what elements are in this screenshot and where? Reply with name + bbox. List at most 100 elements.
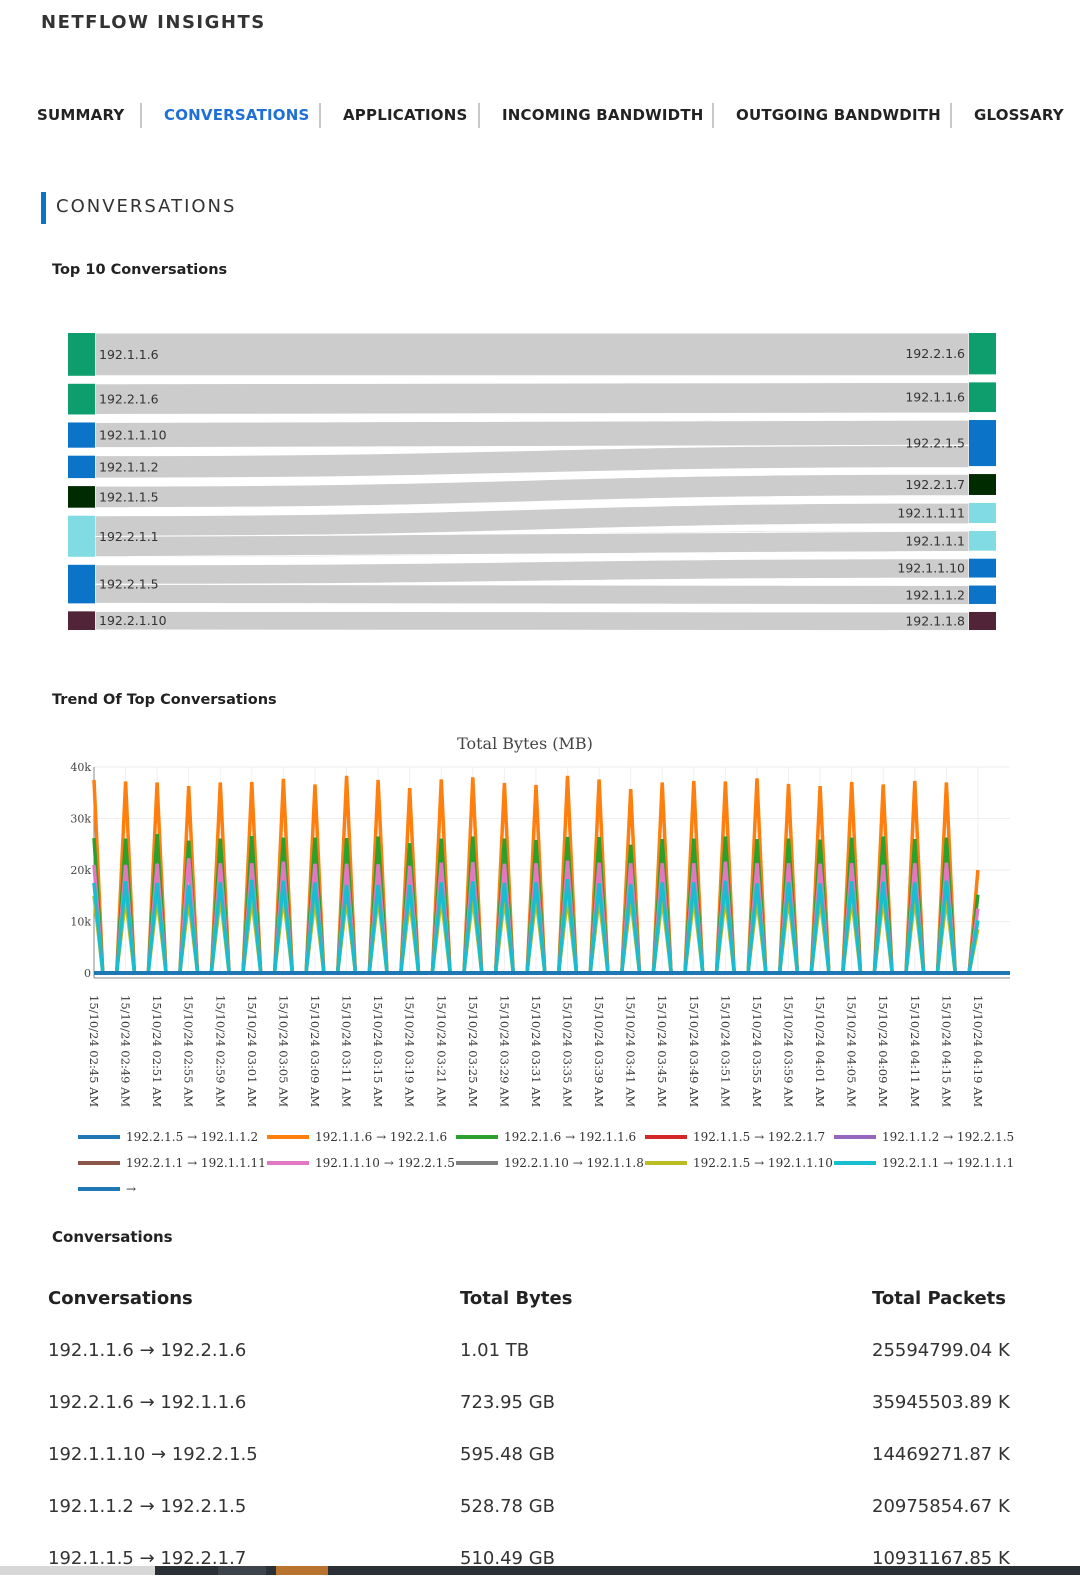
sankey-link[interactable]	[94, 583, 970, 606]
sankey-target-node[interactable]	[969, 558, 996, 578]
sankey-source-node[interactable]	[68, 564, 95, 604]
sankey-target-node[interactable]	[969, 611, 996, 630]
legend-label: 192.2.1.5 → 192.1.1.2	[126, 1130, 259, 1144]
x-tick-label: 15/10/24 03:39 AM	[592, 995, 606, 1107]
legend-item[interactable]: 192.1.1.6 → 192.2.1.6	[267, 1128, 447, 1146]
column-header-conversations[interactable]: Conversations	[48, 1288, 193, 1309]
x-tick-label: 15/10/24 03:51 AM	[718, 995, 732, 1107]
tab-incoming-bandwidth[interactable]: INCOMING BANDWIDTH	[502, 106, 704, 124]
x-tick-label: 15/10/24 03:59 AM	[782, 995, 796, 1107]
sankey-target-node[interactable]	[969, 382, 996, 413]
taskbar-strip	[0, 1566, 1080, 1575]
x-tick-label: 15/10/24 03:31 AM	[529, 995, 543, 1107]
sankey-target-node[interactable]	[969, 502, 996, 524]
y-tick-label: 30k	[70, 813, 91, 826]
legend-label: 192.1.1.5 → 192.2.1.7	[693, 1130, 826, 1144]
section-title: CONVERSATIONS	[56, 196, 237, 217]
sankey-source-node[interactable]	[68, 611, 95, 630]
sankey-source-node[interactable]	[68, 422, 95, 448]
sankey-target-node[interactable]	[969, 420, 996, 467]
x-tick-label: 15/10/24 04:09 AM	[876, 995, 890, 1107]
sankey-link[interactable]	[94, 332, 970, 377]
x-tick-label: 15/10/24 03:49 AM	[687, 995, 701, 1107]
sankey-link[interactable]	[94, 558, 970, 585]
x-tick-label: 15/10/24 03:15 AM	[371, 995, 385, 1107]
table-row[interactable]: 192.1.1.2 → 192.2.1.5 528.78 GB 20975854…	[48, 1492, 1048, 1544]
sankey-source-node[interactable]	[68, 515, 95, 557]
sankey-links	[94, 332, 970, 632]
legend-item[interactable]: 192.1.1.2 → 192.2.1.5	[834, 1128, 1014, 1146]
legend-item[interactable]: →	[78, 1180, 136, 1198]
table-row[interactable]: 192.2.1.6 → 192.1.1.6 723.95 GB 35945503…	[48, 1388, 1048, 1440]
trend-title: Trend Of Top Conversations	[52, 692, 277, 708]
sankey-target-node[interactable]	[969, 474, 996, 495]
legend-swatch	[267, 1135, 309, 1139]
tab-separator	[140, 103, 142, 128]
table-title: Conversations	[52, 1228, 173, 1246]
legend-item[interactable]: 192.2.1.1 → 192.1.1.1	[834, 1154, 1014, 1172]
x-tick-label: 15/10/24 02:59 AM	[213, 995, 227, 1107]
tab-outgoing-bandwidth[interactable]: OUTGOING BANDWDITH	[736, 106, 941, 124]
legend-item[interactable]: 192.1.1.10 → 192.2.1.5	[267, 1154, 455, 1172]
legend-swatch	[456, 1161, 498, 1165]
legend-item[interactable]: 192.2.1.5 → 192.1.1.2	[78, 1128, 258, 1146]
tab-bar: SUMMARY CONVERSATIONS APPLICATIONS INCOM…	[0, 100, 1080, 132]
tab-glossary[interactable]: GLOSSARY	[974, 106, 1064, 124]
tab-separator	[478, 103, 480, 128]
legend-item[interactable]: 192.2.1.10 → 192.1.1.8	[456, 1154, 644, 1172]
column-header-total-bytes[interactable]: Total Bytes	[460, 1288, 572, 1309]
y-tick-label: 0	[84, 967, 91, 980]
legend-item[interactable]: 192.2.1.5 → 192.1.1.10	[645, 1154, 833, 1172]
x-tick-label: 15/10/24 04:11 AM	[908, 995, 922, 1107]
sankey-link[interactable]	[94, 381, 970, 415]
sankey-target-node[interactable]	[969, 333, 996, 375]
sankey-link[interactable]	[94, 444, 970, 479]
cell-total-packets: 25594799.04 K	[872, 1340, 1010, 1361]
sankey-source-label: 192.2.1.1	[99, 529, 159, 544]
tab-applications[interactable]: APPLICATIONS	[343, 106, 468, 124]
table-row[interactable]: 192.1.1.6 → 192.2.1.6 1.01 TB 25594799.0…	[48, 1336, 1048, 1388]
taskbar-segment	[0, 1566, 155, 1575]
top-conversations-sankey: 192.1.1.6 192.2.1.6 192.1.1.10 192.1.1.2 192…	[68, 332, 996, 632]
x-tick-label: 15/10/24 03:41 AM	[624, 995, 638, 1107]
sankey-target-node[interactable]	[969, 585, 996, 604]
sankey-source-node[interactable]	[68, 486, 95, 508]
section-accent-bar	[41, 192, 46, 224]
tab-conversations[interactable]: CONVERSATIONS	[164, 106, 310, 124]
legend-item[interactable]: 192.1.1.5 → 192.2.1.7	[645, 1128, 825, 1146]
legend-label: 192.2.1.10 → 192.1.1.8	[504, 1156, 644, 1170]
sankey-target-label: 192.1.1.2	[905, 587, 965, 602]
legend-item[interactable]: 192.2.1.6 → 192.1.1.6	[456, 1128, 636, 1146]
sankey-target-label: 192.2.1.5	[905, 436, 965, 451]
sankey-title: Top 10 Conversations	[52, 262, 228, 278]
legend-swatch	[456, 1135, 498, 1139]
legend-label: 192.2.1.1 → 192.1.1.1	[882, 1156, 1015, 1170]
sankey-source-node[interactable]	[68, 383, 95, 415]
x-tick-label: 15/10/24 04:15 AM	[939, 995, 953, 1107]
cell-total-bytes: 1.01 TB	[460, 1340, 530, 1361]
sankey-source-node[interactable]	[68, 333, 95, 376]
sankey-link[interactable]	[94, 610, 970, 632]
sankey-target-node[interactable]	[969, 531, 996, 551]
x-tick-label: 15/10/24 04:05 AM	[845, 995, 859, 1107]
sankey-source-node[interactable]	[68, 455, 95, 479]
cell-total-bytes: 528.78 GB	[460, 1496, 556, 1517]
column-header-total-packets[interactable]: Total Packets	[872, 1288, 1006, 1309]
chart-grid	[93, 766, 1010, 974]
sankey-link[interactable]	[94, 473, 970, 509]
x-tick-label: 15/10/24 03:29 AM	[497, 995, 511, 1107]
sankey-link[interactable]	[94, 419, 970, 449]
tab-summary[interactable]: SUMMARY	[37, 106, 124, 124]
table-row[interactable]: 192.1.1.10 → 192.2.1.5 595.48 GB 1446927…	[48, 1440, 1048, 1492]
x-tick-label: 15/10/24 04:19 AM	[971, 995, 985, 1107]
sankey-target-label: 192.1.1.10	[897, 561, 965, 576]
sankey-source-label: 192.1.1.2	[99, 459, 159, 474]
x-tick-label: 15/10/24 03:09 AM	[308, 995, 322, 1107]
sankey-source-label: 192.1.1.6	[99, 347, 159, 362]
legend-item[interactable]: 192.2.1.1 → 192.1.1.11	[78, 1154, 266, 1172]
x-tick-label: 15/10/24 03:35 AM	[561, 995, 575, 1107]
cell-total-bytes: 723.95 GB	[460, 1392, 556, 1413]
cell-conversation: 192.1.1.10 → 192.2.1.5	[48, 1444, 258, 1465]
legend-label: 192.1.1.6 → 192.2.1.6	[315, 1130, 448, 1144]
sankey-source-label: 192.1.1.10	[99, 428, 167, 443]
